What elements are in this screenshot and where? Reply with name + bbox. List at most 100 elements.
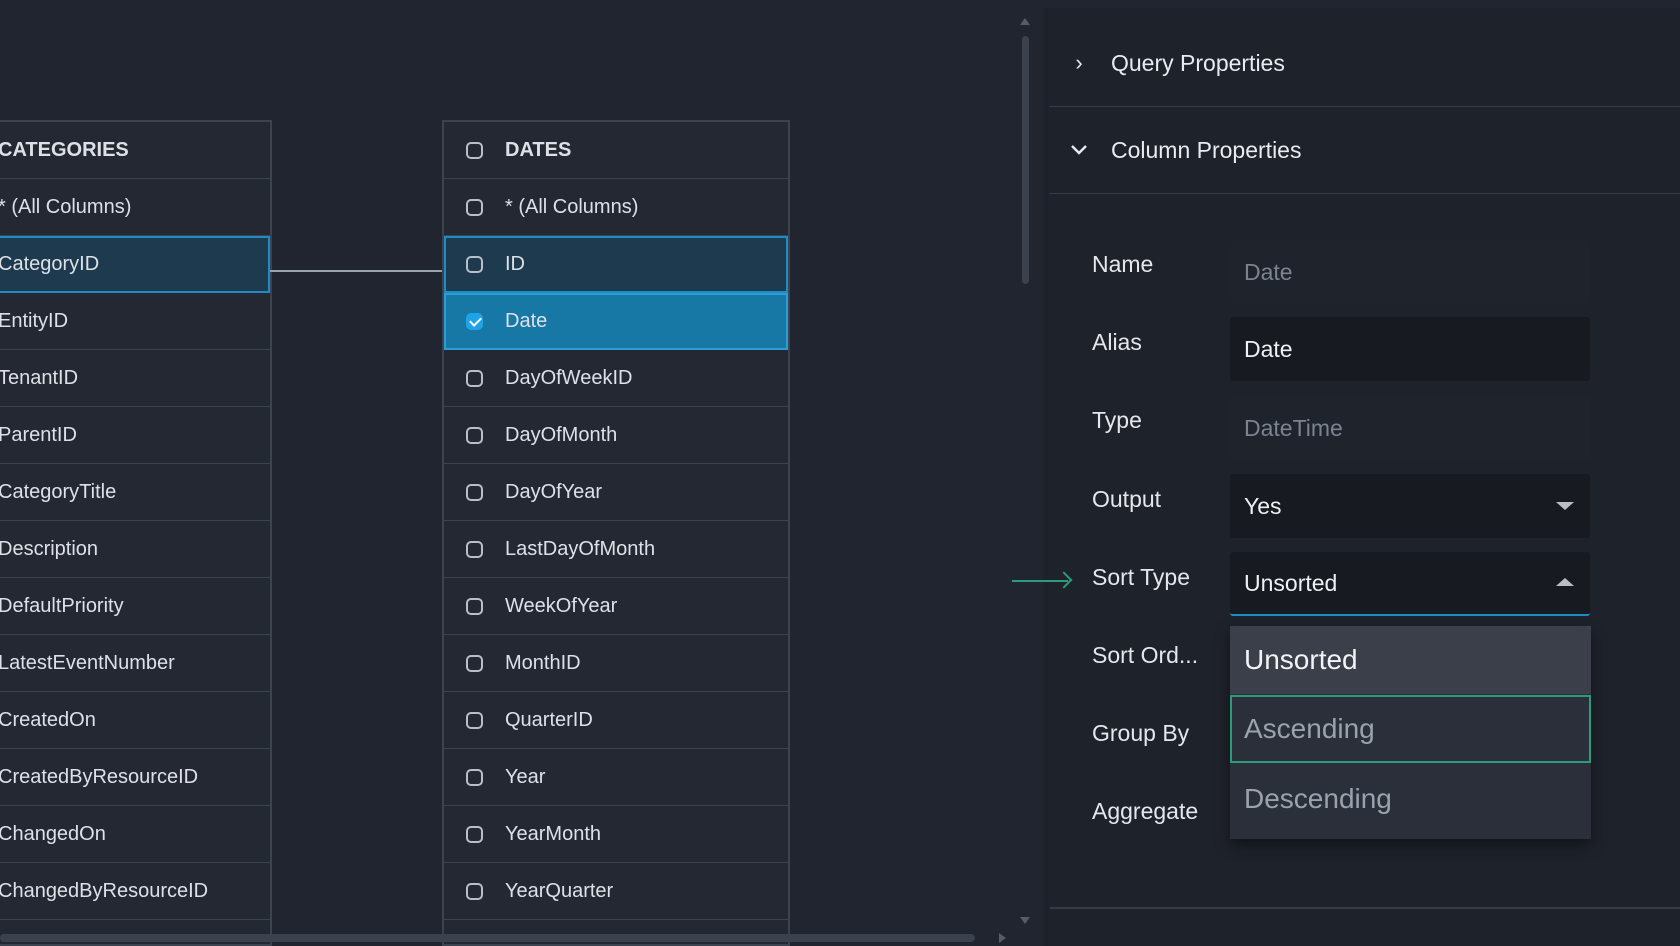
output-select[interactable]: Yes — [1230, 474, 1590, 538]
scroll-right-icon[interactable] — [999, 933, 1006, 943]
table-title: DATES — [505, 138, 572, 161]
horizontal-scrollbar[interactable] — [0, 930, 1010, 944]
dropdown-caret-icon — [1556, 502, 1574, 510]
type-value: DateTime — [1244, 414, 1343, 441]
vertical-scrollbar[interactable] — [1018, 14, 1032, 926]
column-name: DayOfWeekID — [505, 366, 633, 389]
column-name: DayOfMonth — [505, 423, 618, 446]
column-name: YearMonth — [505, 822, 601, 845]
checkbox-icon[interactable] — [466, 711, 483, 729]
chevron-right-icon: › — [1075, 50, 1083, 75]
checkbox-icon[interactable] — [466, 256, 483, 273]
table-row-active[interactable]: Date — [444, 293, 788, 350]
query-designer-canvas[interactable]: CATEGORIES * (All Columns) CategoryID En… — [0, 0, 1038, 946]
table-row[interactable]: LatestEventNumber — [0, 635, 270, 692]
table-row[interactable]: DefaultPriority — [0, 578, 270, 635]
table-row[interactable]: YearQuarter — [444, 863, 788, 920]
option-descending[interactable]: Descending — [1230, 765, 1591, 833]
query-properties-section[interactable]: › Query Properties — [1049, 20, 1680, 107]
table-header[interactable]: CATEGORIES — [0, 122, 270, 179]
table-row[interactable]: CategoryTitle — [0, 464, 270, 521]
table-header[interactable]: DATES — [444, 122, 788, 179]
checkbox-icon[interactable] — [466, 654, 483, 672]
dropdown-caret-up-icon — [1556, 578, 1574, 586]
table-row-selected[interactable]: ID — [444, 236, 788, 293]
categories-table[interactable]: CATEGORIES * (All Columns) CategoryID En… — [0, 120, 272, 946]
table-row[interactable]: Year — [444, 749, 788, 806]
checkbox-icon[interactable] — [466, 198, 483, 216]
column-name: CategoryID — [0, 253, 100, 275]
checkbox-icon[interactable] — [466, 597, 483, 615]
table-row[interactable]: EntityID — [0, 293, 270, 350]
arrow-right-icon — [1012, 580, 1068, 582]
table-row[interactable]: CreatedOn — [0, 692, 270, 749]
table-row[interactable]: DayOfMonth — [444, 407, 788, 464]
column-name: ID — [505, 253, 525, 275]
column-name: YearQuarter — [505, 879, 614, 902]
chevron-down-icon — [1059, 144, 1099, 156]
table-row[interactable]: CreatedByResourceID — [0, 749, 270, 806]
scrollbar-thumb[interactable] — [0, 934, 975, 942]
table-row[interactable]: * (All Columns) — [0, 179, 270, 236]
join-connector-line — [270, 270, 442, 272]
type-field: DateTime — [1230, 396, 1590, 460]
section-title: Query Properties — [1111, 49, 1285, 76]
checkbox-icon[interactable] — [466, 768, 483, 786]
column-name: DefaultPriority — [0, 594, 124, 617]
column-name: Year — [505, 765, 546, 788]
table-row[interactable]: Description — [0, 521, 270, 578]
dates-table[interactable]: DATES * (All Columns) ID Date DayOfWeekI… — [442, 120, 790, 946]
table-row[interactable]: ChangedByResourceID — [0, 863, 270, 920]
sort-type-select[interactable]: Unsorted — [1230, 552, 1590, 616]
alias-label: Alias — [1092, 329, 1142, 355]
option-unsorted[interactable]: Unsorted — [1230, 626, 1591, 694]
table-row[interactable]: MonthID — [444, 635, 788, 692]
checkbox-icon[interactable] — [466, 426, 483, 444]
select-all-checkbox-icon[interactable] — [466, 141, 483, 159]
column-name: ParentID — [0, 423, 77, 446]
column-name: WeekOfYear — [505, 594, 618, 617]
sort-order-label: Sort Ord... — [1092, 642, 1199, 668]
output-label: Output — [1092, 486, 1162, 512]
table-row[interactable]: ChangedOn — [0, 806, 270, 863]
table-row-selected[interactable]: CategoryID — [0, 236, 270, 293]
checkbox-icon[interactable] — [466, 882, 483, 900]
scrollbar-thumb[interactable] — [1022, 36, 1029, 284]
alias-field[interactable]: Date — [1230, 317, 1590, 381]
checkbox-icon[interactable] — [466, 369, 483, 387]
table-row[interactable]: DayOfYear — [444, 464, 788, 521]
table-row[interactable]: WeekOfYear — [444, 578, 788, 635]
table-row[interactable]: QuarterID — [444, 692, 788, 749]
column-name: CreatedByResourceID — [0, 765, 199, 788]
column-name: CreatedOn — [0, 708, 96, 731]
table-row[interactable]: LastDayOfMonth — [444, 521, 788, 578]
type-label: Type — [1092, 407, 1142, 433]
column-name: TenantID — [0, 366, 79, 389]
sort-type-label: Sort Type — [1092, 564, 1191, 590]
name-field: Date — [1230, 240, 1590, 304]
column-name: * (All Columns) — [505, 195, 639, 218]
checkbox-icon[interactable] — [466, 540, 483, 558]
column-name: EntityID — [0, 309, 69, 332]
option-label: Descending — [1244, 783, 1392, 814]
column-name: Description — [0, 537, 99, 560]
column-properties-section[interactable]: Column Properties — [1049, 107, 1680, 194]
table-row[interactable]: TenantID — [0, 350, 270, 407]
scroll-up-icon[interactable] — [1020, 18, 1030, 25]
column-name: QuarterID — [505, 708, 593, 731]
table-row[interactable]: * (All Columns) — [444, 179, 788, 236]
checkbox-icon[interactable] — [466, 483, 483, 501]
aggregate-label: Aggregate — [1092, 798, 1199, 824]
group-by-label: Group By — [1092, 720, 1190, 746]
name-value: Date — [1244, 258, 1293, 285]
checkbox-icon[interactable] — [466, 825, 483, 843]
table-row[interactable]: ParentID — [0, 407, 270, 464]
column-name: ChangedByResourceID — [0, 879, 209, 902]
scroll-down-icon[interactable] — [1020, 917, 1030, 924]
table-row[interactable]: DayOfWeekID — [444, 350, 788, 407]
column-name: MonthID — [505, 651, 581, 674]
checkbox-checked-icon[interactable] — [466, 313, 483, 330]
table-row[interactable]: YearMonth — [444, 806, 788, 863]
sort-type-dropdown[interactable]: Unsorted Ascending Descending — [1230, 626, 1591, 839]
option-ascending[interactable]: Ascending — [1230, 695, 1591, 763]
